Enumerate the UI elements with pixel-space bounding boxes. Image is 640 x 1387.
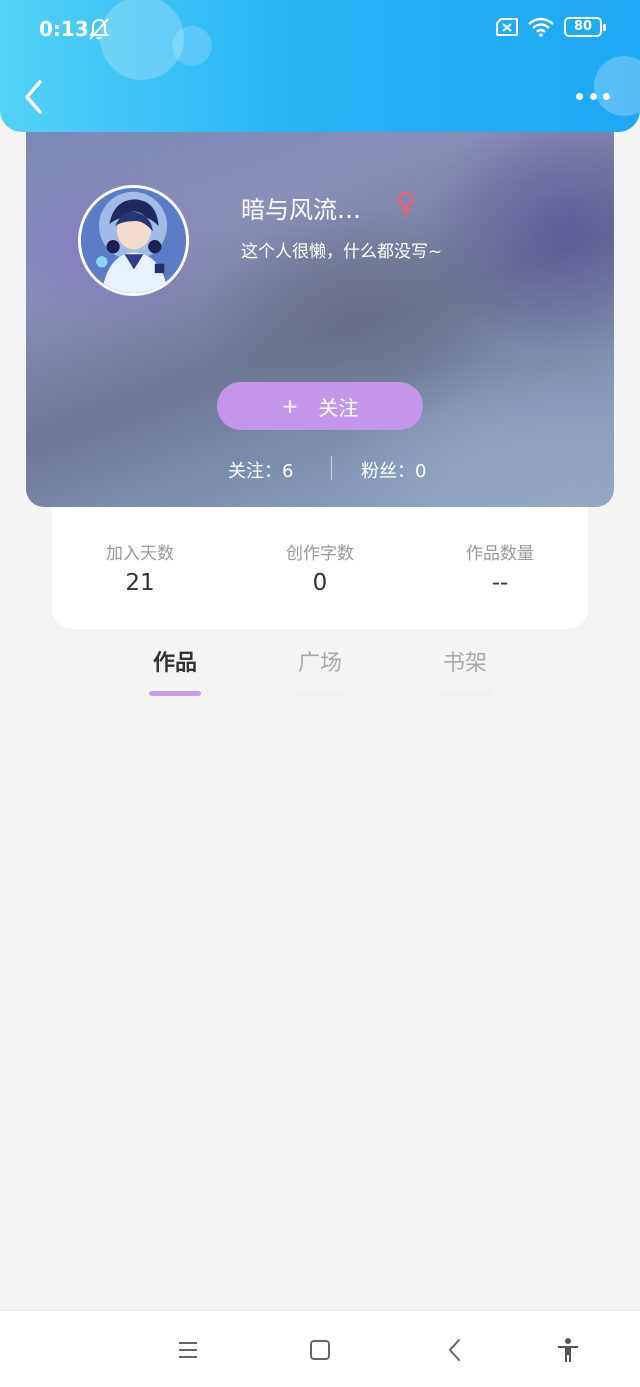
tab-bookshelf[interactable]: 书架 — [430, 645, 500, 696]
stat-join-days: 加入天数 21 — [60, 539, 220, 596]
stat-label: 作品数量 — [466, 544, 534, 564]
back-icon[interactable] — [442, 1337, 468, 1363]
decor-bubble — [172, 26, 212, 66]
status-time: 0:13 — [39, 17, 89, 41]
tab-bar: 作品 广场 书架 — [0, 645, 640, 705]
system-nav-bar — [0, 1310, 640, 1387]
stat-label: 创作字数 — [286, 544, 354, 564]
tab-works[interactable]: 作品 — [140, 645, 210, 696]
following-count[interactable]: 关注：6 — [228, 457, 293, 483]
tab-square[interactable]: 广场 — [285, 645, 355, 696]
user-bio: 这个人很懒，什么都没写~ — [241, 242, 443, 262]
plus-icon: + — [281, 394, 299, 418]
avatar-image — [81, 188, 186, 293]
stat-word-count: 创作字数 0 — [240, 539, 400, 596]
accessibility-icon[interactable] — [555, 1337, 581, 1363]
stat-works-count: 作品数量 -- — [420, 539, 580, 596]
user-name: 暗与风流… — [241, 196, 361, 224]
stat-value: 21 — [125, 570, 155, 596]
dot-icon — [589, 92, 597, 100]
follow-button[interactable]: + 关注 — [217, 382, 423, 430]
home-icon[interactable] — [307, 1337, 333, 1363]
stat-value: -- — [491, 570, 509, 596]
back-button[interactable] — [20, 78, 50, 116]
divider — [331, 456, 332, 480]
header-bar: 0:13 80 — [0, 0, 640, 132]
battery-icon: 80 — [564, 17, 606, 37]
tab-label: 广场 — [297, 651, 342, 676]
dot-icon — [603, 92, 610, 100]
more-button[interactable] — [576, 88, 610, 104]
menu-icon[interactable] — [175, 1337, 201, 1363]
tab-label: 作品 — [152, 651, 197, 676]
follow-label: 关注 — [318, 395, 359, 420]
tab-indicator — [149, 691, 201, 696]
avatar[interactable] — [78, 185, 189, 296]
tab-label: 书架 — [442, 651, 487, 676]
stat-label: 加入天数 — [106, 544, 174, 564]
profile-card: 暗与风流… ♀ 这个人很懒，什么都没写~ + 关注 关注：6 粉丝：0 — [26, 110, 614, 507]
tab-indicator — [439, 691, 491, 696]
stat-value: 0 — [312, 570, 328, 596]
decor-bubble — [100, 0, 184, 80]
sim-off-icon — [496, 18, 518, 36]
tab-indicator — [294, 691, 346, 696]
fans-count[interactable]: 粉丝：0 — [361, 457, 426, 483]
wifi-icon — [528, 17, 554, 37]
dot-icon — [576, 92, 583, 100]
stats-card: 加入天数 21 创作字数 0 作品数量 -- — [52, 490, 588, 629]
bell-off-icon — [89, 18, 109, 40]
female-icon: ♀ — [396, 186, 417, 219]
decor-bubble — [594, 56, 640, 116]
